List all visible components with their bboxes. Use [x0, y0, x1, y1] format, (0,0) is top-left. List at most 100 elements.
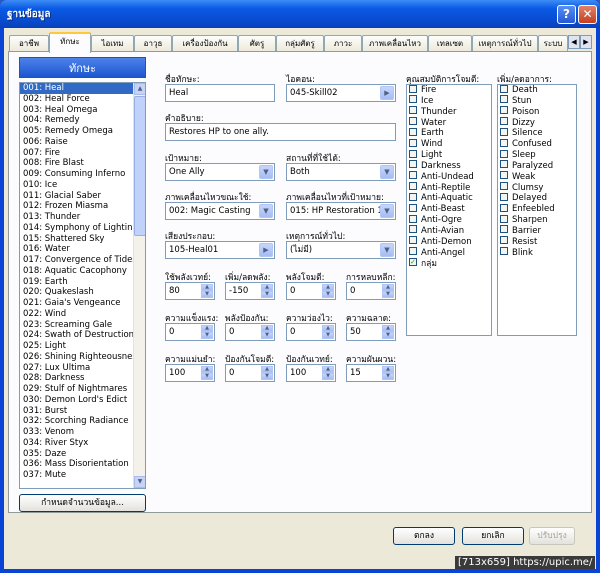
list-item[interactable]: 012: Frozen Miasma [20, 201, 133, 212]
apply-button[interactable]: ปรับปรุง [529, 527, 575, 545]
param-spinner[interactable]: 0 ▲ ▼ [225, 364, 275, 382]
checkbox-icon[interactable] [409, 127, 417, 136]
chevron-down-icon[interactable]: ▼ [380, 165, 394, 179]
checkbox-icon[interactable] [500, 214, 508, 223]
tab-common-events[interactable]: เหตุการณ์ทั่วไป [472, 35, 538, 52]
list-item[interactable]: 035: Daze [20, 449, 133, 460]
spin-up-icon[interactable]: ▲ [322, 325, 334, 332]
checkbox-icon[interactable] [409, 138, 417, 147]
list-item[interactable]: 024: Swath of Destruction [20, 330, 133, 341]
list-item[interactable]: 004: Remedy [20, 115, 133, 126]
list-item[interactable]: 034: River Styx [20, 438, 133, 449]
list-item[interactable]: 018: Aquatic Cacophony [20, 266, 133, 277]
checkbox-icon[interactable] [409, 160, 417, 169]
tab-scroll-left-icon[interactable]: ◀ [568, 35, 580, 49]
chevron-down-icon[interactable]: ▼ [380, 204, 394, 218]
description-field[interactable]: Restores HP to one ally. [165, 123, 396, 141]
checkbox-icon[interactable] [500, 225, 508, 234]
list-item[interactable]: 022: Wind [20, 309, 133, 320]
spin-down-icon[interactable]: ▼ [201, 373, 213, 380]
spin-up-icon[interactable]: ▲ [382, 325, 394, 332]
state-checkbox-row[interactable]: Clumsy [498, 182, 576, 194]
element-checkbox-row[interactable]: Ice [407, 95, 491, 107]
list-item[interactable]: 002: Heal Force [20, 94, 133, 105]
checkbox-icon[interactable] [409, 106, 417, 115]
checkbox-icon[interactable] [500, 203, 508, 212]
element-checkbox-row[interactable]: Anti-Beast [407, 203, 491, 215]
spin-down-icon[interactable]: ▼ [322, 332, 334, 339]
tab-scroll-right-icon[interactable]: ▶ [580, 35, 592, 49]
element-checkbox-row[interactable]: Anti-Demon [407, 236, 491, 248]
tab-items[interactable]: ไอเทม [91, 35, 134, 52]
spin-down-icon[interactable]: ▼ [322, 373, 334, 380]
checkbox-icon[interactable] [409, 149, 417, 158]
tab-states[interactable]: ภาวะ [324, 35, 362, 52]
checkbox-icon[interactable] [409, 225, 417, 234]
tab-weapons[interactable]: อาวุธ [134, 35, 172, 52]
list-item[interactable]: 005: Remedy Omega [20, 126, 133, 137]
checkbox-icon[interactable] [409, 117, 417, 126]
chevron-down-icon[interactable]: ▼ [259, 204, 273, 218]
tab-skills[interactable]: ทักษะ [49, 32, 91, 53]
scope-dropdown[interactable]: One Ally ▼ [165, 163, 275, 181]
checkbox-icon[interactable] [409, 236, 417, 245]
checkbox-icon[interactable] [409, 192, 417, 201]
list-item[interactable]: 014: Symphony of Lighting [20, 223, 133, 234]
spin-down-icon[interactable]: ▼ [382, 373, 394, 380]
state-checkbox-row[interactable]: Stun [498, 95, 576, 107]
checkbox-icon[interactable] [500, 149, 508, 158]
checkbox-icon[interactable] [500, 127, 508, 136]
checkbox-icon[interactable] [409, 214, 417, 223]
element-checkbox-row[interactable]: Thunder [407, 106, 491, 118]
state-checkbox-row[interactable]: Delayed [498, 192, 576, 204]
list-item[interactable]: 011: Glacial Saber [20, 191, 133, 202]
list-item[interactable]: 015: Shattered Sky [20, 234, 133, 245]
tab-classes[interactable]: อาชีพ [9, 35, 49, 52]
checkbox-icon[interactable] [500, 192, 508, 201]
element-checkbox-row[interactable]: Fire [407, 84, 491, 96]
param-spinner[interactable]: 0 ▲ ▼ [286, 323, 336, 341]
chevron-down-icon[interactable]: ▼ [259, 165, 273, 179]
tab-enemies[interactable]: ศัตรู [238, 35, 276, 52]
checkbox-icon[interactable] [500, 106, 508, 115]
element-checkbox-row[interactable]: Anti-Angel [407, 247, 491, 259]
tab-animations[interactable]: ภาพเคลื่อนไหว [362, 35, 428, 52]
checkbox-icon[interactable] [409, 182, 417, 191]
element-checkbox-row[interactable]: Darkness [407, 160, 491, 172]
param-spinner[interactable]: 0 ▲ ▼ [286, 282, 336, 300]
list-item[interactable]: 033: Venom [20, 427, 133, 438]
element-checkbox-row[interactable]: Anti-Aquatic [407, 192, 491, 204]
element-checkbox-row[interactable]: Water [407, 117, 491, 129]
list-item[interactable]: 016: Water [20, 244, 133, 255]
spin-up-icon[interactable]: ▲ [261, 325, 273, 332]
state-checkbox-row[interactable]: Paralyzed [498, 160, 576, 172]
state-checkbox-row[interactable]: Silence [498, 127, 576, 139]
scroll-up-icon[interactable]: ▲ [134, 83, 145, 95]
spin-down-icon[interactable]: ▼ [382, 332, 394, 339]
checkbox-icon[interactable] [500, 182, 508, 191]
cancel-button[interactable]: ยกเลิก [462, 527, 524, 545]
title-bar[interactable]: ฐานข้อมูล ? ✕ [0, 0, 600, 28]
checkbox-icon[interactable] [500, 84, 508, 93]
spin-up-icon[interactable]: ▲ [382, 366, 394, 373]
list-item[interactable]: 030: Demon Lord's Edict [20, 395, 133, 406]
state-checkbox-row[interactable]: Death [498, 84, 576, 96]
tab-troops[interactable]: กลุ่มศัตรู [276, 35, 324, 52]
spin-down-icon[interactable]: ▼ [201, 332, 213, 339]
spin-up-icon[interactable]: ▲ [322, 284, 334, 291]
spin-down-icon[interactable]: ▼ [261, 373, 273, 380]
state-checkbox-row[interactable]: Sleep [498, 149, 576, 161]
common-event-dropdown[interactable]: (ไม่มี) ▼ [286, 241, 396, 259]
state-checkbox-row[interactable]: Dizzy [498, 117, 576, 129]
element-checkbox-row[interactable]: Anti-Reptile [407, 182, 491, 194]
state-checkbox-row[interactable]: Sharpen [498, 214, 576, 226]
state-checkbox-row[interactable]: Enfeebled [498, 203, 576, 215]
state-checkbox-row[interactable]: Blink [498, 247, 576, 259]
list-item[interactable]: 029: Stulf of Nightmares [20, 384, 133, 395]
spin-down-icon[interactable]: ▼ [201, 291, 213, 298]
element-checkbox-row[interactable]: Wind [407, 138, 491, 150]
param-spinner[interactable]: 0 ▲ ▼ [346, 282, 396, 300]
checkbox-icon[interactable] [500, 247, 508, 256]
param-spinner[interactable]: -150 ▲ ▼ [225, 282, 275, 300]
ok-button[interactable]: ตกลง [393, 527, 455, 545]
